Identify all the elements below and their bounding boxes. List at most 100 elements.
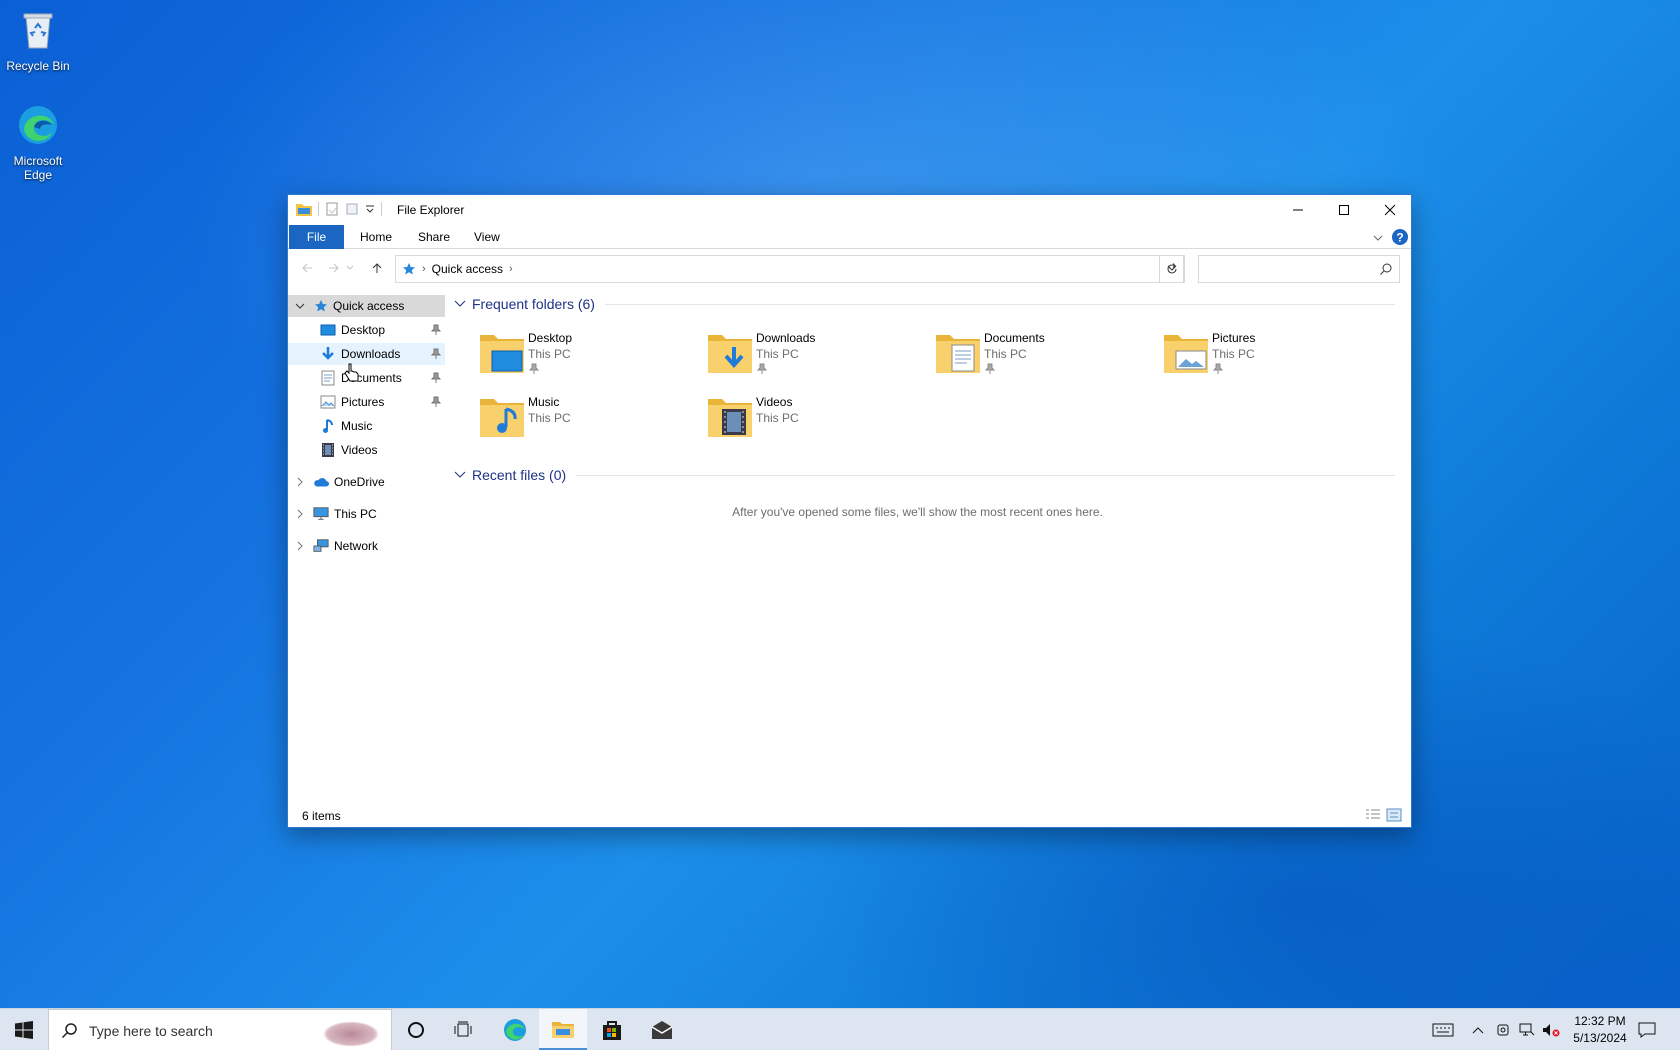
breadcrumb-separator-icon[interactable]: ›	[422, 263, 426, 275]
onedrive-cloud-icon	[313, 474, 329, 490]
expand-chevron-icon[interactable]	[294, 471, 306, 493]
desktop-icon-recycle-bin[interactable]: Recycle Bin	[0, 8, 76, 73]
tab-home[interactable]: Home	[352, 225, 400, 249]
collapse-chevron-icon[interactable]	[294, 295, 306, 317]
taskbar-search-box[interactable]: Type here to search	[48, 1009, 392, 1050]
refresh-button[interactable]	[1159, 255, 1185, 283]
folder-tile-pictures[interactable]: Pictures This PC	[1162, 327, 1382, 383]
expand-ribbon-chevron-icon[interactable]	[1373, 234, 1383, 242]
folder-location: This PC	[528, 347, 571, 361]
pin-icon[interactable]	[431, 396, 441, 408]
nav-item-onedrive[interactable]: OneDrive	[288, 471, 445, 493]
expand-chevron-icon[interactable]	[294, 503, 306, 525]
expand-chevron-icon[interactable]	[294, 535, 306, 557]
folder-tile-desktop[interactable]: Desktop This PC	[478, 327, 698, 383]
folder-name: Videos	[756, 395, 793, 409]
nav-label: Pictures	[341, 395, 385, 409]
folder-tile-music[interactable]: Music This PC	[478, 391, 698, 447]
task-view-button[interactable]	[440, 1009, 488, 1050]
network-status-icon	[1519, 1023, 1535, 1036]
close-icon	[1384, 204, 1396, 216]
search-icon[interactable]	[1379, 262, 1393, 276]
collapse-group-chevron-icon[interactable]	[454, 299, 466, 309]
back-button[interactable]	[296, 257, 318, 279]
title-bar[interactable]: File Explorer	[288, 195, 1411, 225]
up-button[interactable]	[366, 257, 388, 279]
details-view-icon[interactable]	[1365, 808, 1381, 822]
taskbar-edge-button[interactable]	[491, 1009, 539, 1050]
pictures-folder-icon	[1164, 335, 1208, 373]
pin-icon[interactable]	[431, 324, 441, 336]
help-icon[interactable]: ?	[1392, 229, 1408, 245]
nav-item-desktop[interactable]: Desktop	[288, 319, 445, 341]
nav-item-music[interactable]: Music	[288, 415, 445, 437]
pin-icon[interactable]	[431, 348, 441, 360]
customize-qat-chevron-icon[interactable]	[365, 204, 375, 214]
folder-tile-videos[interactable]: Videos This PC	[706, 391, 926, 447]
tab-file[interactable]: File	[289, 225, 344, 249]
taskbar-file-explorer-button[interactable]	[539, 1009, 587, 1050]
frequent-folders-header[interactable]: Frequent folders (6)	[450, 293, 1405, 315]
nav-item-this-pc[interactable]: This PC	[288, 503, 445, 525]
folder-location: This PC	[756, 347, 799, 361]
nav-item-downloads[interactable]: Downloads	[288, 343, 445, 365]
start-button[interactable]	[0, 1009, 48, 1050]
properties-icon[interactable]	[325, 202, 339, 216]
folder-tile-downloads[interactable]: Downloads This PC	[706, 327, 926, 383]
device-tray-button[interactable]	[1492, 1009, 1514, 1050]
downloads-arrow-icon	[320, 346, 336, 362]
cortana-button[interactable]	[392, 1009, 440, 1050]
folder-tile-documents[interactable]: Documents This PC	[934, 327, 1154, 383]
pin-icon	[529, 363, 539, 374]
desktop-icon-edge[interactable]: Microsoft Edge	[0, 103, 76, 182]
nav-item-videos[interactable]: Videos	[288, 439, 445, 461]
forward-button[interactable]	[323, 257, 345, 279]
recent-files-header[interactable]: Recent files (0)	[450, 464, 1405, 486]
music-folder-icon	[480, 399, 524, 437]
nav-item-pictures[interactable]: Pictures	[288, 391, 445, 413]
recent-files-empty-message: After you've opened some files, we'll sh…	[732, 505, 1103, 519]
quick-access-star-icon	[313, 298, 329, 314]
folder-location: This PC	[1212, 347, 1255, 361]
network-tray-button[interactable]	[1516, 1009, 1538, 1050]
pin-icon[interactable]	[431, 372, 441, 384]
file-explorer-window: File Explorer File Home Share View ? › Q…	[287, 194, 1412, 828]
videos-film-icon	[320, 442, 336, 458]
tab-share[interactable]: Share	[410, 225, 458, 249]
tab-view[interactable]: View	[466, 225, 508, 249]
taskbar-search-placeholder: Type here to search	[89, 1023, 213, 1039]
cortana-circle-icon	[408, 1022, 424, 1038]
folder-location: This PC	[756, 411, 799, 425]
taskbar-mail-button[interactable]	[638, 1009, 686, 1050]
maximize-button[interactable]	[1321, 195, 1367, 225]
taskbar-clock[interactable]: 12:32 PM 5/13/2024	[1562, 1013, 1638, 1047]
large-icons-view-icon[interactable]	[1386, 808, 1402, 822]
address-bar[interactable]: › Quick access ›	[395, 255, 1184, 283]
folder-name: Downloads	[756, 331, 816, 345]
keyboard-layout-button[interactable]	[1428, 1009, 1458, 1050]
pin-icon	[1213, 363, 1223, 374]
refresh-icon	[1167, 263, 1177, 274]
maximize-icon	[1339, 205, 1349, 215]
breadcrumb-separator-icon[interactable]: ›	[509, 263, 513, 275]
nav-quick-access[interactable]: Quick access	[288, 295, 445, 317]
edge-icon	[504, 1019, 526, 1041]
taskbar-store-button[interactable]	[588, 1009, 636, 1050]
search-box[interactable]	[1198, 255, 1400, 283]
search-input[interactable]	[1203, 260, 1368, 278]
volume-tray-button[interactable]	[1540, 1009, 1562, 1050]
recent-locations-button[interactable]	[343, 257, 357, 279]
folder-name: Documents	[984, 331, 1045, 345]
show-hidden-icons-button[interactable]	[1466, 1009, 1490, 1050]
close-button[interactable]	[1367, 195, 1413, 225]
breadcrumb-quick-access[interactable]: Quick access	[432, 262, 503, 276]
group-title: Recent files (0)	[472, 467, 567, 483]
new-folder-icon[interactable]	[345, 202, 359, 216]
nav-item-network[interactable]: Network	[288, 535, 445, 557]
nav-item-documents[interactable]: Documents	[288, 367, 445, 389]
quick-access-toolbar	[296, 202, 382, 216]
up-arrow-icon	[372, 263, 382, 273]
minimize-button[interactable]	[1275, 195, 1321, 225]
action-center-button[interactable]	[1632, 1009, 1662, 1050]
collapse-group-chevron-icon[interactable]	[454, 470, 466, 480]
